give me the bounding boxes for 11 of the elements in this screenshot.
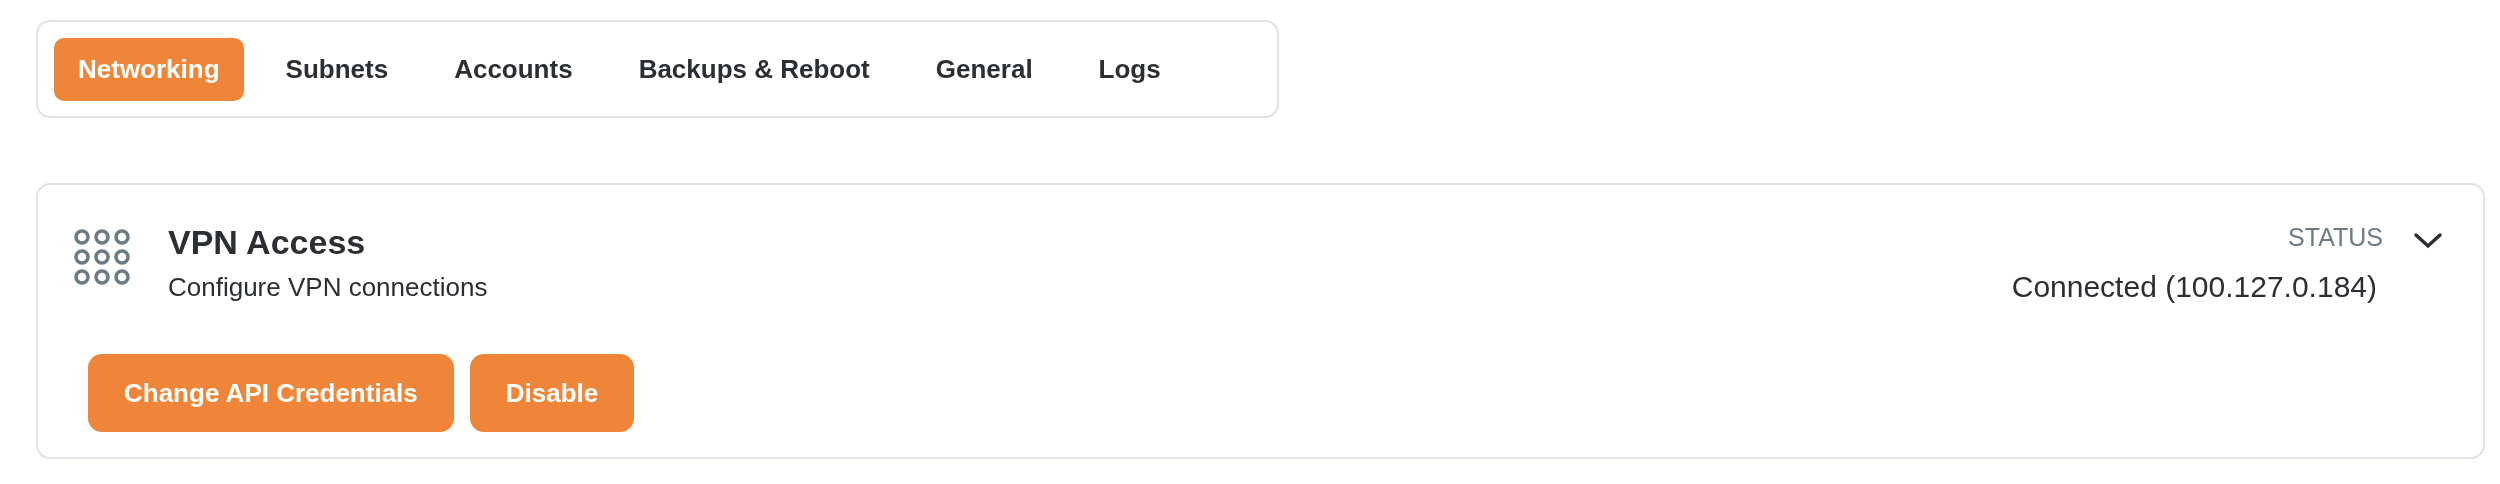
status-value: Connected (100.127.0.184): [2011, 270, 2377, 304]
tab[interactable]: General: [911, 37, 1057, 101]
tab[interactable]: Subnets: [261, 37, 413, 101]
card-title: VPN Access: [168, 223, 367, 262]
status-label: STATUS: [2288, 223, 2383, 252]
grid-icon: [74, 229, 132, 287]
tab[interactable]: Backups & Reboot: [614, 37, 894, 101]
tab[interactable]: Logs: [1074, 37, 1185, 101]
chevron-down-icon[interactable]: [2413, 231, 2443, 250]
tab[interactable]: Accounts: [430, 37, 597, 101]
card-subtitle: Configure VPN connections: [168, 272, 489, 303]
